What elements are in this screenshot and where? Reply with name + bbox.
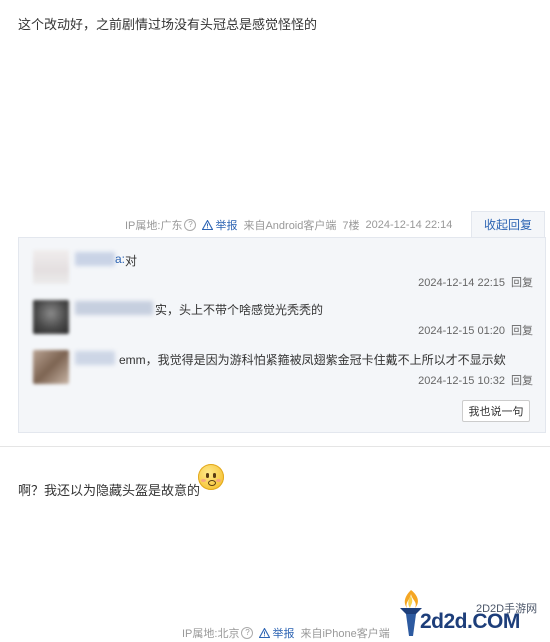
reply-list: a: 对 2024-12-14 22:15 回复 实，头上不带个啥感觉光秃秃的 2… — [18, 237, 546, 433]
reply-time: 2024-12-14 22:15 — [418, 277, 505, 289]
emoji-icon — [198, 464, 224, 490]
list-item: a: 对 2024-12-14 22:15 回复 — [33, 250, 533, 290]
reply-button[interactable]: 回复 — [511, 375, 533, 387]
avatar[interactable] — [33, 300, 69, 334]
reply-button[interactable]: 回复 — [511, 277, 533, 289]
list-item: emm，我觉得是因为游科怕紧箍被凤翅紫金冠卡住戴不上所以才不显示欸 2024-1… — [33, 348, 533, 388]
reply-meta: 2024-12-15 01:20 回复 — [418, 322, 533, 338]
client-source[interactable]: 来自iPhone客户端 — [300, 625, 389, 641]
reply-meta: 2024-12-15 10:32 回复 — [418, 372, 533, 388]
username[interactable] — [75, 301, 153, 315]
help-icon[interactable]: ? — [241, 627, 254, 639]
list-item: 实，头上不带个啥感觉光秃秃的 2024-12-15 01:20 回复 — [33, 298, 533, 338]
username[interactable] — [75, 252, 115, 266]
watermark-logo: 2D2D手游网 2d2d.COM — [392, 586, 550, 642]
reply-compose-button[interactable]: 我也说一句 — [462, 400, 530, 422]
reply-time: 2024-12-15 10:32 — [418, 375, 505, 387]
client-source[interactable]: 来自Android客户端 — [243, 217, 336, 233]
username[interactable] — [75, 351, 115, 365]
ip-location: IP属地:广东 — [125, 220, 183, 232]
reply-meta: 2024-12-14 22:15 回复 — [418, 274, 533, 290]
reply-button[interactable]: 回复 — [511, 325, 533, 337]
report-label: 举报 — [215, 220, 238, 232]
report-link[interactable]: 举报 — [259, 625, 294, 641]
post-meta: IP属地:广东 ? 举报 来自Android客户端 7楼 2024-12-14 … — [125, 217, 452, 233]
reply-prefix: a: — [115, 252, 126, 266]
report-label: 举报 — [272, 628, 295, 640]
reply-text: 对 — [125, 254, 138, 268]
collapse-replies-button[interactable]: 收起回复 — [471, 211, 545, 237]
post-content: 啊？我还以为隐藏头盔是故意的 — [18, 483, 201, 498]
avatar[interactable] — [33, 350, 69, 384]
post-content: 这个改动好，之前剧情过场没有头冠总是感觉怪怪的 — [18, 17, 318, 32]
reply-text: emm，我觉得是因为游科怕紧箍被凤翅紫金冠卡住戴不上所以才不显示欸 — [119, 353, 506, 367]
reply-time: 2024-12-15 01:20 — [418, 325, 505, 337]
divider — [0, 446, 550, 447]
warning-icon — [259, 628, 271, 638]
reply-text: 实，头上不带个啥感觉光秃秃的 — [155, 303, 324, 317]
ip-location: IP属地:北京 — [182, 628, 240, 640]
report-link[interactable]: 举报 — [202, 217, 237, 233]
help-icon[interactable]: ? — [184, 219, 197, 231]
avatar[interactable] — [33, 250, 69, 284]
watermark-title: 2d2d.COM — [420, 610, 520, 633]
floor-number: 7楼 — [342, 220, 360, 232]
post-timestamp: 2024-12-14 22:14 — [365, 219, 453, 231]
post-meta: IP属地:北京 ? 举报 来自iPhone客户端 — [182, 625, 390, 641]
warning-icon — [202, 220, 214, 230]
